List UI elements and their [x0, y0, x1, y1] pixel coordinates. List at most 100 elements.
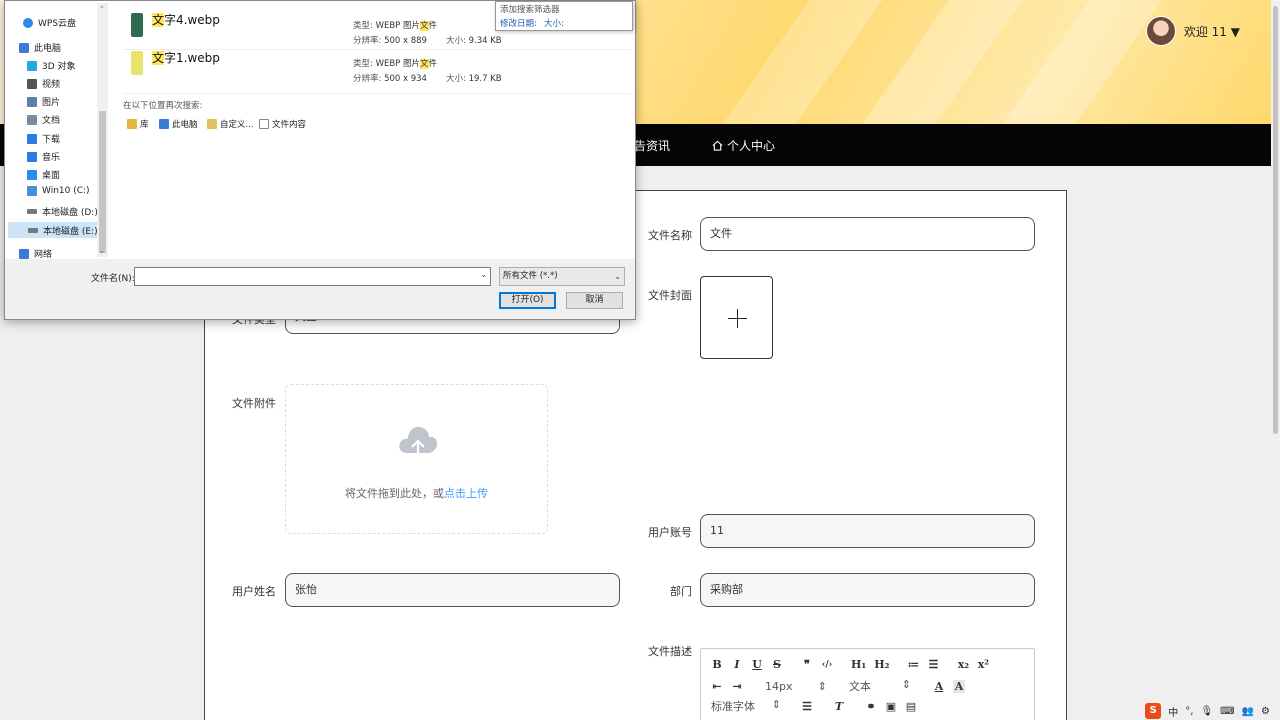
nav-drive-d[interactable]: 本地磁盘 (D:): [27, 205, 98, 218]
result-item[interactable]: 文字1.webp 类型: WEBP 图片文件 分辨率: 500 x 934 大小…: [123, 43, 631, 84]
nav-pictures[interactable]: 图片: [27, 95, 60, 108]
nav-desktop[interactable]: 桌面: [27, 168, 60, 181]
file-size: 大小: 19.7 KB: [446, 74, 502, 84]
nav-3d-objects[interactable]: 3D 对象: [27, 59, 76, 72]
nav-item-user-center-label: 个人中心: [727, 139, 776, 153]
search-filter-popup: 添加搜索筛选器 修改日期: 大小:: [495, 1, 633, 31]
search-location-content[interactable]: 文件内容: [259, 118, 306, 130]
bold-button[interactable]: B: [711, 658, 723, 671]
text-style-value: 文本: [849, 680, 871, 693]
nav-drive-e[interactable]: 本地磁盘 (E:): [8, 222, 98, 238]
nav-this-pc[interactable]: 此电脑: [19, 41, 61, 54]
image-icon[interactable]: ▣: [885, 700, 897, 713]
keyboard-icon[interactable]: ⌨: [1220, 706, 1234, 717]
avatar[interactable]: [1145, 16, 1176, 46]
click-upload-link[interactable]: 点击上传: [444, 487, 488, 500]
underline-button[interactable]: U: [751, 658, 763, 671]
dialog-results-pane: 文字4.webp 类型: WEBP 图片文件 分辨率: 500 x 889 大小…: [109, 1, 635, 259]
nav-item-user-center[interactable]: 个人中心: [712, 137, 775, 154]
attachment-dropzone[interactable]: 将文件拖到此处，或点击上传: [285, 384, 548, 534]
filter-title: 添加搜索筛选器: [500, 5, 560, 15]
nav-label: 下载: [42, 135, 61, 145]
subscript-button[interactable]: x₂: [957, 658, 969, 671]
ime-language[interactable]: 中: [1168, 704, 1178, 719]
filter-size[interactable]: 大小:: [544, 17, 564, 29]
open-button[interactable]: 打开(O): [499, 292, 556, 309]
file-cover-label: 文件封面: [648, 289, 692, 302]
nav-videos[interactable]: 视频: [27, 77, 60, 90]
quote-button[interactable]: ❞: [801, 658, 813, 671]
nav-music[interactable]: 音乐: [27, 150, 60, 163]
file-name-input[interactable]: 文件: [700, 217, 1035, 251]
nav-scrollbar-thumb[interactable]: [99, 111, 106, 253]
align-icon[interactable]: ☰: [801, 700, 813, 713]
account-input[interactable]: 11: [700, 514, 1035, 548]
plus-icon: [737, 309, 738, 328]
ordered-list-button[interactable]: ≔: [907, 658, 919, 671]
search-location-custom[interactable]: 自定义...: [207, 118, 254, 130]
nav-downloads[interactable]: 下载: [27, 132, 60, 145]
font-color-icon[interactable]: A: [933, 680, 945, 693]
music-icon: [27, 151, 37, 162]
chevron-updown-icon: ⇕: [771, 698, 781, 711]
filename-input[interactable]: ⌄: [134, 267, 491, 286]
italic-button[interactable]: I: [731, 658, 743, 671]
filter-modified-date[interactable]: 修改日期:: [500, 17, 537, 29]
search-location-this-pc[interactable]: 此电脑: [159, 118, 198, 130]
code-button[interactable]: ‹/›: [821, 660, 833, 670]
search-location-library[interactable]: 库: [127, 118, 149, 130]
background-color-icon[interactable]: A: [953, 679, 965, 693]
user-name-input[interactable]: 张怡: [285, 573, 620, 607]
settings-icon[interactable]: ⚙: [1261, 706, 1270, 717]
h2-button[interactable]: H₂: [874, 658, 889, 671]
video-icon[interactable]: ▤: [905, 700, 917, 713]
description-editor[interactable]: B I U S ❞ ‹/› H₁ H₂ ≔ ☰ x₂ x² ⇤ ⇥ 14px ⇕ …: [700, 648, 1035, 720]
font-size-select[interactable]: 14px ⇕: [765, 680, 827, 693]
file-thumbnail: [131, 13, 143, 37]
strike-button[interactable]: S: [771, 658, 783, 671]
nav-label: Win10 (C:): [42, 186, 90, 196]
system-tray: S 中 °, 🎙 ⌨ 👥 ⚙: [1145, 702, 1270, 720]
scroll-down-icon[interactable]: ⌄: [99, 247, 105, 255]
superscript-button[interactable]: x²: [977, 658, 989, 671]
file-type-select[interactable]: 所有文件 (*.*) ⌄: [499, 267, 625, 286]
chevron-down-icon[interactable]: ⌄: [480, 270, 487, 279]
nav-scrollbar[interactable]: ⌃ ⌄: [97, 3, 108, 257]
cancel-button[interactable]: 取消: [566, 292, 623, 309]
document-icon: [27, 114, 37, 125]
user-menu[interactable]: 欢迎 11 ▼: [1145, 16, 1240, 46]
cube-icon: [27, 60, 37, 71]
text-style-select[interactable]: 文本 ⇕: [849, 678, 911, 694]
scroll-up-icon[interactable]: ⌃: [99, 5, 105, 13]
department-input[interactable]: 采购部: [700, 573, 1035, 607]
nav-documents[interactable]: 文档: [27, 113, 60, 126]
film-icon: [27, 78, 37, 89]
account-label: 用户账号: [648, 526, 692, 539]
page-scrollbar-thumb[interactable]: [1273, 6, 1278, 434]
font-size-value: 14px: [765, 679, 793, 693]
bullet-list-button[interactable]: ☰: [927, 658, 939, 671]
welcome-text[interactable]: 欢迎 11 ▼: [1184, 23, 1240, 40]
outdent-icon[interactable]: ⇤: [711, 680, 723, 693]
search-again-label: 在以下位置再次搜索:: [123, 101, 203, 111]
h1-button[interactable]: H₁: [851, 658, 866, 671]
file-cover-upload[interactable]: [700, 276, 773, 359]
font-family-select[interactable]: 标准字体 ⇕: [711, 698, 781, 714]
network-icon: [19, 248, 29, 259]
ime-punctuation[interactable]: °,: [1185, 706, 1193, 717]
folder-icon: [207, 119, 217, 129]
ime-sogou-icon[interactable]: S: [1145, 703, 1162, 719]
nav-drive-c[interactable]: Win10 (C:): [27, 186, 90, 196]
page-scrollbar[interactable]: [1271, 0, 1280, 720]
link-icon[interactable]: ⚭: [865, 700, 877, 713]
clear-format-icon[interactable]: T: [833, 700, 845, 713]
editor-toolbar-row-1: B I U S ❞ ‹/› H₁ H₂ ≔ ☰ x₂ x²: [711, 658, 989, 671]
nav-item-news[interactable]: 告资讯: [634, 137, 670, 154]
nav-label: WPS云盘: [38, 19, 77, 29]
nav-label: 本地磁盘 (E:): [43, 226, 98, 237]
indent-icon[interactable]: ⇥: [731, 680, 743, 693]
dialog-nav-pane: WPS云盘 此电脑 3D 对象 视频 图片 文档 下载 音乐 桌面 Win10 …: [5, 1, 108, 260]
nav-wps-cloud[interactable]: WPS云盘: [23, 16, 76, 29]
people-icon[interactable]: 👥: [1242, 706, 1254, 717]
microphone-icon[interactable]: 🎙: [1200, 706, 1213, 717]
